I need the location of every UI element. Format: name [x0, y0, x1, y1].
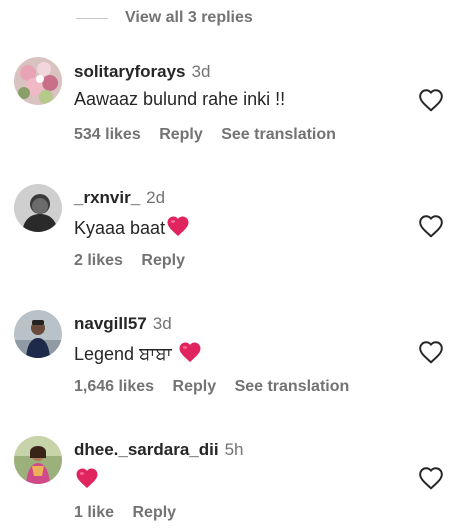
comment-time: 3d	[152, 314, 172, 333]
comment-time: 3d	[191, 62, 211, 81]
comment-text: Legend ਬਾਬਾ	[74, 341, 202, 368]
reply-button[interactable]: Reply	[132, 504, 176, 521]
view-all-replies-button[interactable]: View all 3 replies	[125, 9, 253, 27]
reply-button[interactable]: Reply	[159, 126, 203, 143]
avatar[interactable]	[14, 57, 62, 105]
red-heart-emoji	[166, 215, 190, 242]
comment-time: 5h	[224, 440, 244, 459]
view-replies-row[interactable]: View all 3 replies	[0, 0, 458, 40]
comment-text-content: Legend ਬਾਬਾ	[74, 344, 177, 364]
like-count[interactable]: 2 likes	[74, 252, 123, 269]
comment-text-content: Kyaaa baat	[74, 218, 166, 238]
comment-time: 2d	[146, 188, 166, 207]
comment-header: dhee._sardara_dii 5h	[74, 440, 244, 460]
comment-username[interactable]: dhee._sardara_dii	[74, 440, 219, 459]
heart-outline-icon[interactable]	[418, 214, 444, 238]
like-count[interactable]: 1,646 likes	[74, 378, 154, 395]
comment-item: solitaryforays 3d Aawaaz bulund rahe inki…	[0, 57, 458, 162]
comment-actions: 1 like Reply	[74, 504, 190, 522]
comment-item: navgill57 3d Legend ਬਾਬਾ 1,646 likes Repl…	[0, 310, 458, 414]
avatar[interactable]	[14, 436, 62, 484]
like-count[interactable]: 534 likes	[74, 126, 141, 143]
heart-outline-icon[interactable]	[418, 340, 444, 364]
comment-header: navgill57 3d	[74, 314, 172, 334]
comment-actions: 534 likes Reply See translation	[74, 126, 350, 144]
comment-item: dhee._sardara_dii 5h 1 like Reply	[0, 436, 458, 531]
avatar[interactable]	[14, 184, 62, 232]
see-translation-button[interactable]: See translation	[235, 378, 350, 395]
reply-button[interactable]: Reply	[173, 378, 217, 395]
comment-text: Aawaaz bulund rahe inki !!	[74, 89, 285, 110]
red-heart-emoji	[178, 341, 202, 368]
comment-header: _rxnvir_ 2d	[74, 188, 165, 208]
like-count[interactable]: 1 like	[74, 504, 114, 521]
comment-username[interactable]: solitaryforays	[74, 62, 186, 81]
reply-button[interactable]: Reply	[141, 252, 185, 269]
heart-outline-icon[interactable]	[418, 88, 444, 112]
comment-item: _rxnvir_ 2d Kyaaa baat 2 likes Reply	[0, 184, 458, 288]
comment-actions: 1,646 likes Reply See translation	[74, 378, 363, 396]
heart-outline-icon[interactable]	[418, 466, 444, 490]
comment-text-content: Aawaaz bulund rahe inki !!	[74, 89, 286, 109]
red-heart-emoji	[75, 467, 99, 494]
comment-username[interactable]: navgill57	[74, 314, 147, 333]
see-translation-button[interactable]: See translation	[221, 126, 336, 143]
comment-header: solitaryforays 3d	[74, 62, 210, 82]
comment-actions: 2 likes Reply	[74, 252, 199, 270]
comment-username[interactable]: _rxnvir_	[74, 188, 140, 207]
comment-text	[74, 467, 99, 494]
comment-text: Kyaaa baat	[74, 215, 190, 242]
reply-thread-line	[76, 18, 108, 19]
avatar[interactable]	[14, 310, 62, 358]
